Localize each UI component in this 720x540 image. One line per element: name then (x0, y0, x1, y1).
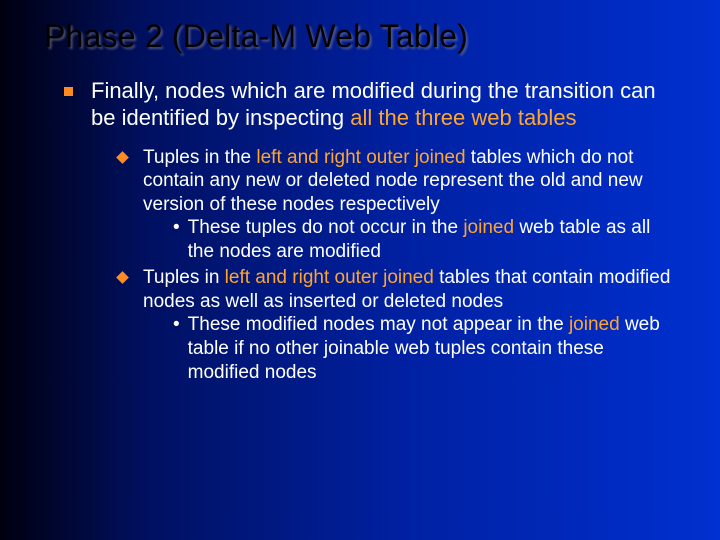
text-segment: These tuples do not occur in the (188, 217, 464, 238)
bullet-level3-text: These tuples do not occur in the joined … (188, 216, 680, 263)
dot-bullet-icon: • (173, 313, 180, 336)
accent-text: joined (463, 217, 514, 238)
bullet-level2-text: Tuples in left and right outer joined ta… (143, 266, 680, 385)
text-segment: Tuples in the (143, 147, 256, 168)
bullet-level1: Finally, nodes which are modified during… (64, 78, 680, 132)
dot-bullet-icon: • (173, 216, 180, 239)
bullet-level3-text: These modified nodes may not appear in t… (188, 313, 680, 384)
accent-text: left and right outer joined (225, 267, 434, 288)
slide: Phase 2 (Delta-M Web Table) Finally, nod… (0, 0, 720, 540)
text-segment: Tuples in (143, 267, 225, 288)
slide-body: Finally, nodes which are modified during… (64, 78, 680, 387)
accent-text: all the three web tables (350, 105, 576, 130)
bullet-level3: • These modified nodes may not appear in… (173, 313, 680, 384)
bullet-level2-text: Tuples in the left and right outer joine… (143, 146, 680, 265)
diamond-bullet-icon (116, 151, 129, 164)
accent-text: left and right outer joined (256, 147, 465, 168)
bullet-level2: Tuples in the left and right outer joine… (118, 146, 680, 265)
sublist: Tuples in the left and right outer joine… (118, 146, 680, 385)
bullet-level1-text: Finally, nodes which are modified during… (91, 78, 680, 132)
bullet-level2: Tuples in left and right outer joined ta… (118, 266, 680, 385)
diamond-bullet-icon (116, 272, 129, 285)
bullet-level3: • These tuples do not occur in the joine… (173, 216, 680, 263)
square-bullet-icon (64, 87, 73, 96)
slide-title: Phase 2 (Delta-M Web Table) (44, 18, 468, 55)
text-segment: These modified nodes may not appear in t… (188, 314, 569, 335)
accent-text: joined (569, 314, 620, 335)
